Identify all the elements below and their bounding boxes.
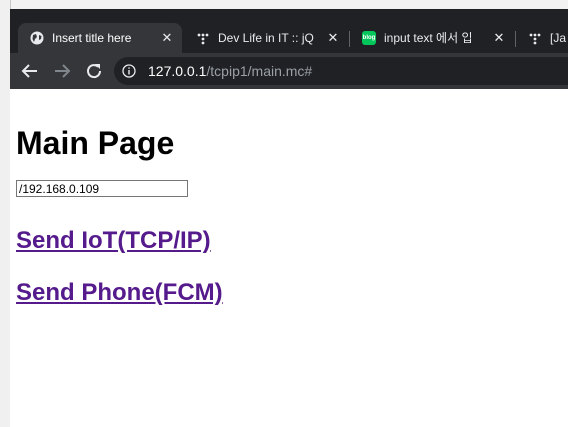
send-iot-link[interactable]: Send IoT(TCP/IP) (16, 227, 211, 255)
close-tab-icon[interactable]: ✕ (492, 23, 506, 53)
browser-toolbar: 127.0.0.1/tcpip1/main.mc# (10, 53, 568, 89)
tab-insert-title[interactable]: Insert title here ✕ (18, 23, 182, 53)
send-phone-link[interactable]: Send Phone(FCM) (16, 279, 223, 307)
reload-icon[interactable] (82, 59, 106, 83)
url-host: 127.0.0.1 (148, 63, 207, 79)
tab-title: [Ja (550, 31, 567, 45)
tab-dev-life[interactable]: Dev Life in IT :: jQ ✕ (184, 23, 348, 53)
tab-title: input text 에서 입 (384, 31, 473, 45)
browser-window: Insert title here ✕ Dev Life in IT :: jQ… (10, 9, 568, 427)
url-path: /tcpip1/main.mc# (206, 63, 313, 79)
tab-ja[interactable]: [Ja (516, 23, 568, 53)
close-tab-icon[interactable]: ✕ (160, 23, 174, 53)
globe-icon (30, 31, 44, 45)
page-content: Main Page Send IoT(TCP/IP) Send Phone(FC… (10, 89, 568, 427)
blog-icon: blog (362, 31, 376, 45)
tab-input-text[interactable]: blog input text 에서 입 ✕ (350, 23, 514, 53)
tab-strip: Insert title here ✕ Dev Life in IT :: jQ… (10, 23, 568, 55)
page-title: Main Page (16, 125, 175, 161)
address-bar[interactable]: 127.0.0.1/tcpip1/main.mc# (114, 57, 568, 85)
back-arrow-icon[interactable] (18, 59, 42, 83)
tistory-icon (529, 33, 541, 45)
info-icon[interactable] (122, 64, 136, 78)
close-tab-icon[interactable]: ✕ (326, 23, 340, 53)
tab-bar: Insert title here ✕ Dev Life in IT :: jQ… (10, 9, 568, 57)
ip-address-input[interactable] (16, 180, 188, 197)
url-text[interactable]: 127.0.0.1/tcpip1/main.mc# (148, 57, 312, 85)
tistory-icon (197, 33, 209, 45)
tab-title: Dev Life in IT :: jQ (218, 31, 314, 45)
tab-title: Insert title here (52, 31, 132, 45)
forward-arrow-icon[interactable] (50, 59, 74, 83)
